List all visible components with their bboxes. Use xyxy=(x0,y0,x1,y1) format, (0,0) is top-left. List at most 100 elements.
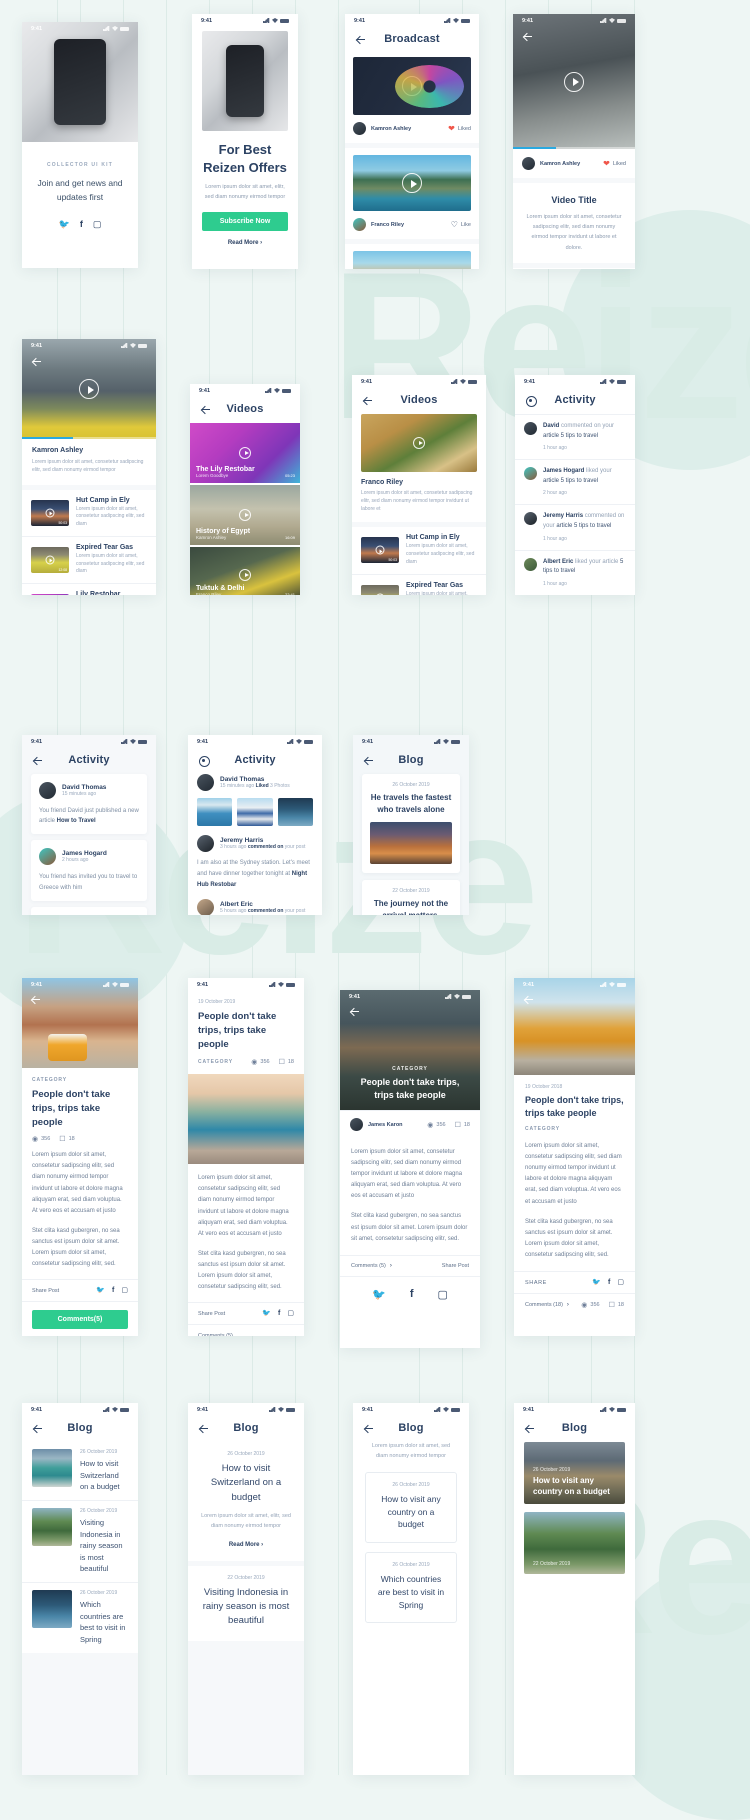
twitter-icon[interactable]: 🐦 xyxy=(592,1279,601,1286)
facebook-icon[interactable]: f xyxy=(410,1288,414,1300)
instagram-icon[interactable]: ▢ xyxy=(287,1310,294,1317)
back-icon[interactable] xyxy=(200,404,211,415)
chevron-right-icon[interactable]: › xyxy=(390,1263,392,1269)
play-icon[interactable] xyxy=(239,569,251,581)
instagram-icon[interactable]: ▢ xyxy=(437,1288,447,1301)
back-icon[interactable] xyxy=(363,755,374,766)
video-tile[interactable]: The Lily Restobar Lorem Goodbye 05:23 xyxy=(190,423,300,483)
heart-outline-icon[interactable]: ♡ xyxy=(451,220,458,229)
blog-list-item[interactable]: 26 October 2019 How to visit Switzerland… xyxy=(188,1442,304,1561)
like-label[interactable]: Liked xyxy=(458,126,471,132)
activity-item[interactable]: Jeremy Harris commented on your article … xyxy=(515,504,635,549)
subscribe-button[interactable]: Subscribe Now xyxy=(202,212,288,231)
play-icon[interactable] xyxy=(413,437,425,449)
twitter-icon[interactable]: 🐦 xyxy=(262,1310,271,1317)
list-thumbnail[interactable]: 50:03 xyxy=(361,537,399,563)
back-icon[interactable] xyxy=(349,1006,360,1017)
video-player[interactable]: 9:41 xyxy=(22,339,156,439)
instagram-icon[interactable]: ▢ xyxy=(121,1287,128,1294)
twitter-icon[interactable]: 🐦 xyxy=(96,1287,105,1294)
blog-card[interactable]: 22 October 2019 The journey not the arri… xyxy=(362,880,460,915)
video-list-item[interactable]: 12:08 Expired Tear Gas Lorem ipsum dolor… xyxy=(22,536,156,583)
back-icon[interactable] xyxy=(523,994,534,1005)
featured-thumbnail[interactable] xyxy=(361,414,477,472)
read-more-link[interactable]: Read More › xyxy=(200,1542,292,1548)
back-icon[interactable] xyxy=(524,1423,535,1434)
activity-item[interactable]: James Hogard liked your article 5 tips t… xyxy=(515,459,635,504)
list-thumbnail[interactable]: 50:03 xyxy=(31,500,69,526)
video-tile[interactable]: History of Egypt Kamron Ashley 16:09 xyxy=(190,485,300,545)
list-thumbnail[interactable]: 12:08 xyxy=(31,547,69,573)
video-progress-bar[interactable] xyxy=(513,147,635,149)
play-icon[interactable] xyxy=(239,509,251,521)
heart-filled-icon[interactable]: ❤ xyxy=(603,159,610,168)
activity-photo[interactable] xyxy=(237,798,272,826)
activity-photo[interactable] xyxy=(278,798,313,826)
post-video-thumbnail[interactable] xyxy=(353,57,471,115)
like-label[interactable]: Like xyxy=(461,222,471,228)
instagram-icon[interactable]: ▢ xyxy=(93,220,102,229)
target-icon[interactable] xyxy=(525,395,536,406)
activity-photo[interactable] xyxy=(197,798,232,826)
facebook-icon[interactable]: f xyxy=(278,1310,280,1317)
play-icon[interactable] xyxy=(376,546,385,555)
heart-filled-icon[interactable]: ❤ xyxy=(448,124,455,133)
share-label[interactable]: Share Post xyxy=(442,1263,469,1269)
play-icon[interactable] xyxy=(46,555,55,564)
read-more-link[interactable]: Read More › xyxy=(202,240,288,246)
target-icon[interactable] xyxy=(198,755,209,766)
play-icon[interactable] xyxy=(564,72,584,92)
back-icon[interactable] xyxy=(32,1423,43,1434)
blog-boxed-item[interactable]: 26 October 2019 How to visit any country… xyxy=(365,1472,457,1543)
activity-photo-post[interactable]: Albert Eric 5 hours ago commented on you… xyxy=(197,899,313,915)
activity-photo-post[interactable]: David Thomas 15 minutes ago Liked 3 Phot… xyxy=(197,774,313,826)
activity-item[interactable]: David commented on your article 5 tips t… xyxy=(515,414,635,459)
twitter-icon[interactable]: 🐦 xyxy=(59,220,70,229)
activity-card[interactable]: David Thomas 15 minutes ago You friend D… xyxy=(31,774,147,834)
comments-label[interactable]: Comments (18) xyxy=(525,1302,563,1308)
facebook-icon[interactable]: f xyxy=(608,1279,610,1286)
back-icon[interactable] xyxy=(32,755,43,766)
back-icon[interactable] xyxy=(363,1423,374,1434)
twitter-icon[interactable]: 🐦 xyxy=(372,1288,386,1301)
post-video-thumbnail[interactable] xyxy=(353,155,471,211)
play-icon[interactable] xyxy=(402,173,422,193)
activity-item[interactable]: Albert Eric liked your article 5 tips to… xyxy=(515,550,635,595)
activity-card[interactable]: Jeremy Harris 3 hours ago Commented on y… xyxy=(31,907,147,915)
blog-list-item[interactable]: 26 October 2019 Which countries are best… xyxy=(22,1582,138,1653)
video-progress-bar[interactable] xyxy=(22,437,156,439)
play-icon[interactable] xyxy=(239,447,251,459)
comments-toggle[interactable]: Comments (5) ⌄ xyxy=(188,1324,304,1336)
play-icon[interactable] xyxy=(79,379,99,399)
back-icon[interactable] xyxy=(30,994,41,1005)
video-list-item[interactable]: 12:08 Expired Tear Gas Lorem ipsum dolor… xyxy=(352,574,486,596)
video-list-item[interactable]: 50:03 Hut Camp in Ely Lorem ipsum dolor … xyxy=(22,490,156,536)
back-icon[interactable] xyxy=(355,34,366,45)
play-icon[interactable] xyxy=(46,508,55,517)
video-player[interactable]: 9:41 xyxy=(513,14,635,149)
video-tile[interactable]: Tuktuk & Delhi Franco Riley 22:41 xyxy=(190,547,300,595)
blog-hero-item[interactable]: 22 October 2019 xyxy=(524,1512,625,1574)
blog-list-item[interactable]: 26 October 2019 Visiting Indonesia in ra… xyxy=(22,1500,138,1582)
video-list-item[interactable]: 08:21 Lily Restobar Lorem ipsum dolor si… xyxy=(22,583,156,595)
like-label[interactable]: Liked xyxy=(613,161,626,167)
back-icon[interactable] xyxy=(522,31,533,42)
play-icon[interactable] xyxy=(376,593,385,595)
back-icon[interactable] xyxy=(31,356,42,367)
comments-button[interactable]: Comments(5) xyxy=(32,1310,128,1329)
chevron-down-icon[interactable]: ⌄ xyxy=(238,1332,244,1336)
video-list-item[interactable]: 50:03 Hut Camp in Ely Lorem ipsum dolor … xyxy=(352,527,486,573)
blog-boxed-item[interactable]: 26 October 2019 Which countries are best… xyxy=(365,1552,457,1623)
blog-hero-item[interactable]: 26 October 2019 How to visit any country… xyxy=(524,1442,625,1504)
post-video-thumbnail[interactable] xyxy=(353,251,471,269)
chevron-right-icon[interactable]: › xyxy=(567,1302,569,1308)
back-icon[interactable] xyxy=(362,395,373,406)
instagram-icon[interactable]: ▢ xyxy=(617,1279,624,1286)
blog-card[interactable]: 26 October 2019 He travels the fastest w… xyxy=(362,774,460,873)
back-icon[interactable] xyxy=(198,1423,209,1434)
play-icon[interactable] xyxy=(402,76,422,96)
activity-comment-post[interactable]: Jeremy Harris 3 hours ago commented on y… xyxy=(197,835,313,890)
facebook-icon[interactable]: f xyxy=(80,220,83,229)
list-thumbnail[interactable]: 12:08 xyxy=(361,585,399,595)
blog-list-item[interactable]: 26 October 2019 How to visit Switzerland… xyxy=(22,1442,138,1500)
